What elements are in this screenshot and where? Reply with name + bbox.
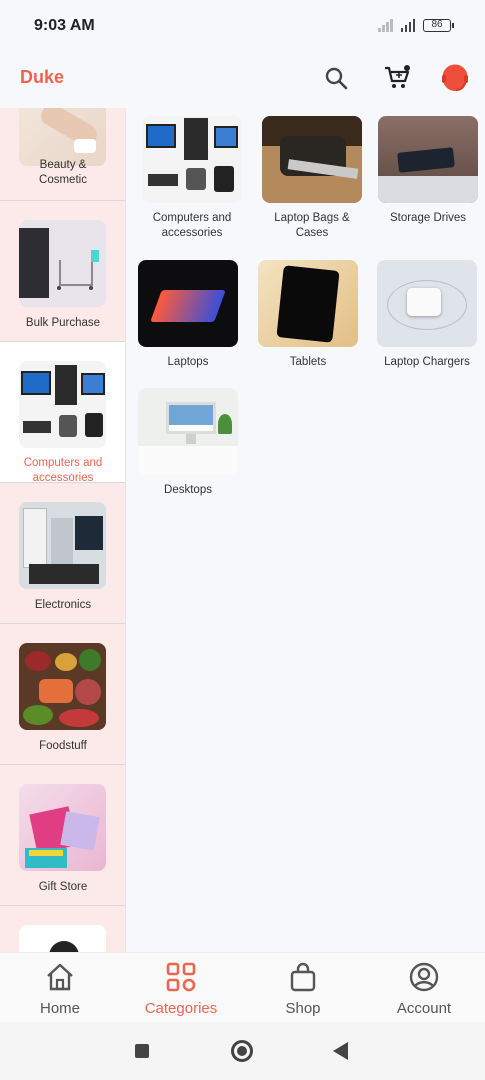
sidebar-item-next[interactable] bbox=[0, 906, 125, 952]
app-bar: Duke bbox=[0, 48, 485, 108]
gift-store-image bbox=[19, 784, 106, 871]
status-time: 9:03 AM bbox=[34, 17, 95, 34]
electronics-image bbox=[19, 502, 106, 589]
subcategory-label: Laptop Bags & Cases bbox=[274, 212, 350, 239]
sidebar-item-electronics[interactable]: Electronics bbox=[0, 483, 125, 624]
computers-image bbox=[19, 361, 106, 448]
nav-shop-label: Shop bbox=[285, 1000, 321, 1017]
sidebar-item-label: Computers and accessories bbox=[23, 457, 103, 484]
subcategory-label: Storage Drives bbox=[389, 212, 467, 224]
categories-icon bbox=[166, 962, 196, 992]
desktops-image bbox=[138, 388, 238, 475]
nav-account-label: Account bbox=[396, 1000, 452, 1017]
subcategory-laptop-bags[interactable]: Laptop Bags & Cases bbox=[257, 116, 367, 241]
sidebar-item-label: Beauty & Cosmetic bbox=[39, 159, 87, 186]
nav-categories[interactable]: Categories bbox=[126, 961, 236, 1017]
subcategory-label: Laptops bbox=[167, 356, 209, 368]
sidebar-item-foodstuff[interactable]: Foodstuff bbox=[0, 624, 125, 765]
category-sidebar[interactable]: Beauty & Cosmetic Bulk Purchase Computer… bbox=[0, 108, 126, 952]
support-agent-icon[interactable] bbox=[437, 60, 473, 96]
nav-account[interactable]: Account bbox=[369, 961, 479, 1017]
laptops-image bbox=[138, 260, 238, 347]
shopping-bag-icon bbox=[290, 962, 316, 992]
battery-icon: 86 bbox=[423, 18, 454, 32]
status-bar: 9:03 AM 86 bbox=[0, 0, 485, 48]
subcategory-laptop-chargers[interactable]: Laptop Chargers bbox=[372, 260, 482, 370]
laptop-chargers-image bbox=[377, 260, 477, 347]
laptop-bags-image bbox=[262, 116, 362, 203]
subcategory-computers-accessories[interactable]: Computers and accessories bbox=[137, 116, 247, 241]
subcategory-label: Desktops bbox=[164, 484, 212, 496]
nav-categories-label: Categories bbox=[144, 1000, 218, 1017]
recent-apps-button[interactable] bbox=[135, 1044, 149, 1058]
signal-icon bbox=[400, 18, 415, 32]
home-icon bbox=[47, 963, 73, 991]
subcategory-tablets[interactable]: Tablets bbox=[253, 260, 363, 370]
sidebar-item-label: Electronics bbox=[34, 599, 92, 611]
sidebar-item-label: Foodstuff bbox=[39, 740, 87, 752]
nav-home[interactable]: Home bbox=[5, 961, 115, 1017]
home-button[interactable] bbox=[231, 1040, 253, 1062]
bottom-navigation: Home Categories Shop Account bbox=[0, 952, 485, 1022]
category-image bbox=[19, 925, 106, 952]
system-navigation-bar bbox=[0, 1022, 485, 1080]
cart-icon[interactable] bbox=[379, 60, 415, 96]
bulk-purchase-image bbox=[19, 220, 106, 307]
sidebar-item-label: Bulk Purchase bbox=[25, 317, 101, 329]
signal-icon bbox=[378, 18, 393, 32]
subcategory-desktops[interactable]: Desktops bbox=[133, 388, 243, 498]
computers-accessories-image bbox=[142, 116, 242, 203]
storage-drives-image bbox=[378, 116, 478, 203]
subcategory-label: Computers and accessories bbox=[152, 212, 232, 239]
search-icon[interactable] bbox=[318, 60, 354, 96]
brand-logo[interactable]: Duke bbox=[20, 67, 64, 88]
account-icon bbox=[409, 962, 439, 992]
sidebar-item-beauty-cosmetic[interactable]: Beauty & Cosmetic bbox=[0, 108, 125, 201]
sidebar-item-computers[interactable]: Computers and accessories bbox=[0, 342, 125, 484]
subcategory-label: Tablets bbox=[289, 356, 327, 368]
sidebar-item-label: Gift Store bbox=[38, 881, 88, 893]
sidebar-item-bulk-purchase[interactable]: Bulk Purchase bbox=[0, 201, 125, 342]
subcategory-label: Laptop Chargers bbox=[384, 356, 470, 368]
back-button[interactable] bbox=[333, 1042, 348, 1060]
foodstuff-image bbox=[19, 643, 106, 730]
nav-home-label: Home bbox=[39, 1000, 80, 1017]
nav-shop[interactable]: Shop bbox=[248, 961, 358, 1017]
tablets-image bbox=[258, 260, 358, 347]
sidebar-item-gift-store[interactable]: Gift Store bbox=[0, 765, 125, 906]
subcategory-laptops[interactable]: Laptops bbox=[133, 260, 243, 370]
status-icons: 86 bbox=[378, 18, 454, 32]
subcategory-storage-drives[interactable]: Storage Drives bbox=[373, 116, 483, 226]
